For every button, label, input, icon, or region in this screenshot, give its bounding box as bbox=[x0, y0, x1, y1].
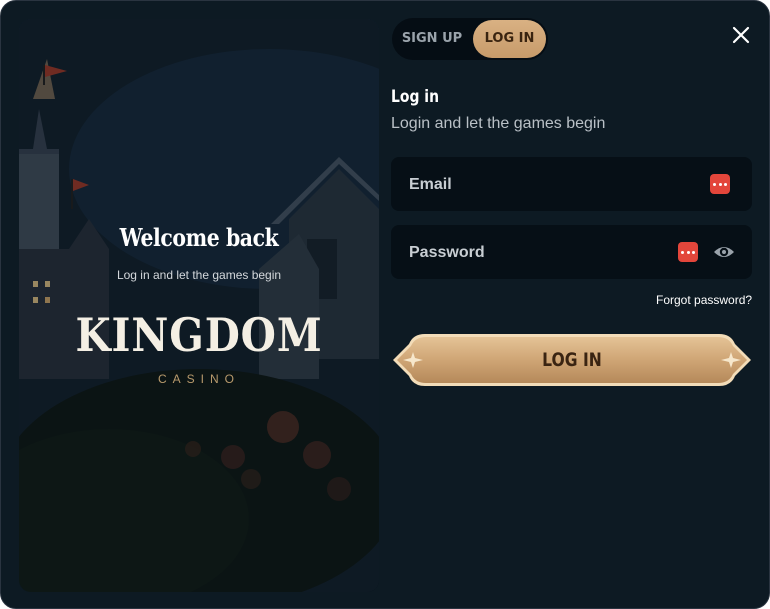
log-in-button[interactable]: LOG IN bbox=[391, 332, 753, 388]
form-subtitle: Login and let the games begin bbox=[391, 115, 606, 132]
log-in-button-label: LOG IN bbox=[542, 349, 602, 371]
hero-panel: Welcome back Log in and let the games be… bbox=[19, 19, 379, 592]
forgot-password-link[interactable]: Forgot password? bbox=[656, 293, 752, 307]
password-input[interactable] bbox=[407, 225, 681, 281]
hero-dim-overlay bbox=[19, 19, 379, 592]
email-input[interactable] bbox=[407, 157, 681, 213]
form-title: Log in bbox=[391, 87, 439, 107]
email-field-container bbox=[391, 157, 752, 213]
password-manager-icon[interactable] bbox=[710, 174, 730, 194]
kingdom-logo: KINGDOM bbox=[75, 308, 323, 362]
welcome-subtitle: Log in and let the games begin bbox=[116, 268, 282, 282]
welcome-heading: Welcome back bbox=[119, 223, 279, 252]
casino-logo-subtitle: CASINO bbox=[157, 372, 240, 386]
auth-tabs: SIGN UP LOG IN bbox=[392, 18, 548, 60]
tab-sign-up[interactable]: SIGN UP bbox=[396, 20, 468, 58]
eye-icon[interactable] bbox=[713, 242, 735, 262]
tab-log-in[interactable]: LOG IN bbox=[473, 20, 546, 58]
login-modal: Welcome back Log in and let the games be… bbox=[0, 0, 770, 609]
close-icon[interactable] bbox=[729, 23, 753, 47]
password-field-container bbox=[391, 225, 752, 281]
password-manager-icon[interactable] bbox=[678, 242, 698, 262]
